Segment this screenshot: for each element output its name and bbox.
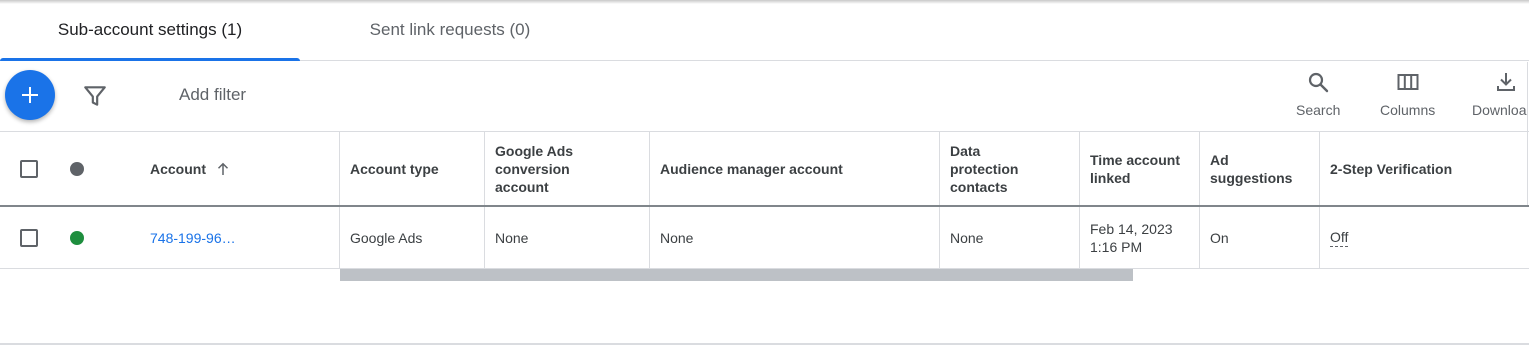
ad-suggestions-value: On <box>1210 229 1229 246</box>
header-audience-manager-label: Audience manager account <box>660 160 843 177</box>
time-linked-time: 1:16 PM <box>1090 238 1143 255</box>
plus-icon <box>22 87 38 103</box>
account-type-value: Google Ads <box>350 229 423 246</box>
table-row: 748-199-96… Google Ads None None None Fe… <box>0 207 1529 269</box>
search-label: Search <box>1296 102 1341 118</box>
header-account[interactable]: Account <box>140 132 339 205</box>
google-ads-conversion-value: None <box>495 229 529 246</box>
toolbar: Add filter Search Columns Downloa <box>0 62 1529 131</box>
row-ad-suggestions: On <box>1199 207 1320 268</box>
row-time-linked: Feb 14, 2023 1:16 PM <box>1079 207 1200 268</box>
columns-icon <box>1397 74 1419 90</box>
tab-sub-account-settings[interactable]: Sub-account settings (1) <box>0 0 300 61</box>
header-two-step-label: 2-Step Verification <box>1330 160 1453 177</box>
account-link[interactable]: 748-199-96… <box>150 229 236 247</box>
header-account-type-label: Account type <box>350 160 439 177</box>
time-linked-date: Feb 14, 2023 <box>1090 220 1173 237</box>
horizontal-scrollbar[interactable] <box>340 269 1133 281</box>
header-audience-manager[interactable]: Audience manager account <box>649 132 940 205</box>
header-two-step[interactable]: 2-Step Verification <box>1319 132 1528 205</box>
columns-button[interactable]: Columns <box>1380 70 1435 118</box>
columns-label: Columns <box>1380 102 1436 118</box>
header-data-protection-label: Data protection contacts <box>950 142 1019 195</box>
download-label: Downloa <box>1472 102 1527 118</box>
header-account-type[interactable]: Account type <box>339 132 485 205</box>
row-checkbox[interactable] <box>20 228 38 247</box>
add-filter-button[interactable]: Add filter <box>179 85 246 105</box>
bottom-divider <box>0 343 1529 345</box>
header-google-ads-conversion-label: Google Ads conversion account <box>495 142 574 195</box>
row-data-protection: None <box>939 207 1080 268</box>
tab-label: Sent link requests (0) <box>369 20 531 39</box>
tab-bar: Sub-account settings (1) Sent link reque… <box>0 0 1529 61</box>
status-header-dot[interactable] <box>70 161 84 176</box>
add-button[interactable] <box>5 70 55 120</box>
row-select-cell <box>10 207 50 268</box>
row-audience-manager: None <box>649 207 940 268</box>
status-header-cell <box>60 132 100 205</box>
download-icon <box>1496 73 1515 91</box>
tab-label: Sub-account settings (1) <box>57 20 243 39</box>
table-header-row: Account Account type Google Ads conversi… <box>0 131 1529 207</box>
select-all-cell <box>10 132 50 205</box>
header-time-linked-label: Time account linked <box>1090 151 1180 186</box>
header-ad-suggestions[interactable]: Ad suggestions <box>1199 132 1320 205</box>
header-google-ads-conversion[interactable]: Google Ads conversion account <box>484 132 650 205</box>
status-enabled-dot <box>70 230 84 245</box>
row-google-ads-conversion: None <box>484 207 650 268</box>
filter-icon[interactable] <box>82 83 108 109</box>
row-account-cell: 748-199-96… <box>140 207 339 268</box>
search-icon <box>1309 72 1329 93</box>
search-button[interactable]: Search <box>1296 70 1340 118</box>
header-time-linked[interactable]: Time account linked <box>1079 132 1200 205</box>
row-status-cell <box>60 207 100 268</box>
arrow-up-icon <box>217 162 229 175</box>
download-button[interactable]: Downloa <box>1472 70 1526 118</box>
header-ad-suggestions-label: Ad suggestions <box>1210 151 1293 186</box>
tab-sent-link-requests[interactable]: Sent link requests (0) <box>300 0 600 60</box>
header-data-protection[interactable]: Data protection contacts <box>939 132 1080 205</box>
audience-manager-value: None <box>660 229 694 246</box>
two-step-value[interactable]: Off <box>1330 228 1349 247</box>
header-account-label: Account <box>150 160 206 177</box>
data-protection-value: None <box>950 229 984 246</box>
select-all-checkbox[interactable] <box>20 159 38 178</box>
row-account-type: Google Ads <box>339 207 485 268</box>
row-two-step: Off <box>1319 207 1528 268</box>
active-tab-indicator <box>0 58 300 61</box>
